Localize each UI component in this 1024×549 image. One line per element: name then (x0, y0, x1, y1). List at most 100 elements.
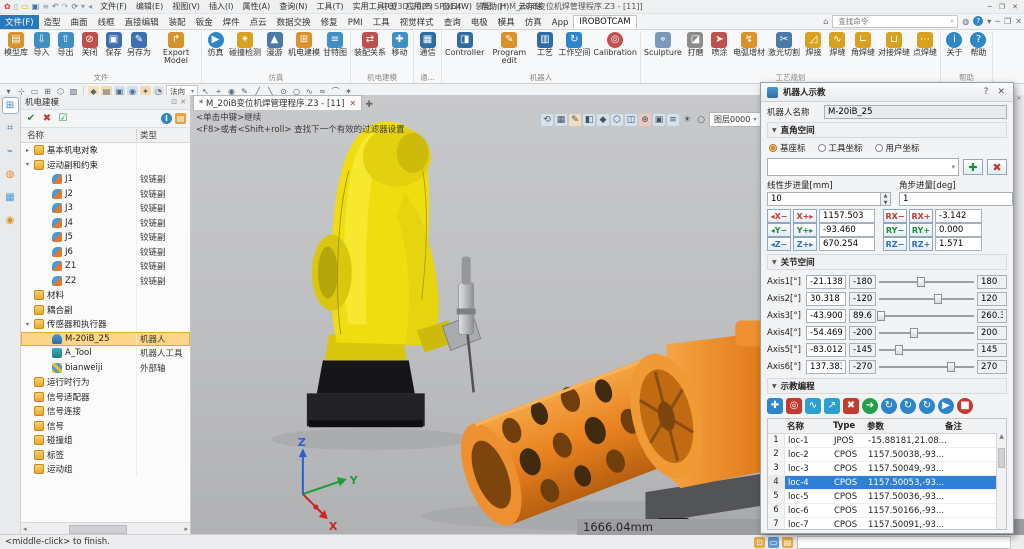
cancel-button[interactable]: ✖ (41, 113, 53, 125)
loop2-icon[interactable]: ↻ (900, 398, 916, 414)
section-cartesian[interactable]: ▼直角空间 (767, 122, 1007, 138)
loop3-icon[interactable]: ↻ (919, 398, 935, 414)
rot-pos-button[interactable]: RZ+ (909, 237, 933, 251)
rot-neg-button[interactable]: RZ− (883, 237, 907, 251)
expand-arrow-icon[interactable]: ▸ (24, 147, 31, 154)
ribbon-tab[interactable]: 文件(F) (0, 15, 39, 29)
tree-row[interactable]: A_Tool 机器人工具 (21, 346, 190, 361)
table-row[interactable]: 5 loc-5 CPOS 1157.50036,-93... (768, 490, 1006, 504)
butt-weld-button[interactable]: ⊔ 对接焊缝 (877, 31, 911, 58)
mini-toolbar-icon[interactable]: ⬡ (611, 114, 623, 126)
tree-row[interactable]: 运行时行为 (21, 375, 190, 390)
section-programming[interactable]: ▼示教编程 (767, 378, 1007, 394)
table-row[interactable]: 3 loc-3 CPOS 1157.50049,-93... (768, 462, 1006, 476)
tree-row[interactable]: 耦合副 (21, 303, 190, 318)
ribbon-tab[interactable]: 查询 (439, 15, 466, 29)
mini-toolbar-icon[interactable]: ⟲ (541, 114, 553, 126)
slider-thumb[interactable] (947, 362, 955, 372)
tree-row[interactable]: Z1 铰链副 (21, 259, 190, 274)
rot-value-field[interactable] (935, 209, 982, 223)
communication-button[interactable]: ▦ 通信 (416, 31, 439, 58)
ribbon-tab[interactable]: 视觉样式 (395, 15, 439, 29)
axis-slider[interactable] (879, 276, 974, 288)
document-tab[interactable]: * M_20iB变位机焊管理程序.Z3 - [11] ✕ (193, 95, 362, 110)
manager-settings[interactable]: ◍ (3, 167, 18, 182)
fillet-weld-button[interactable]: ∟ 角焊缝 (850, 31, 876, 58)
mini-toolbar-icon[interactable]: ◆ (597, 114, 609, 126)
quick-access-icon[interactable]: ≡ (42, 2, 49, 12)
verify-button[interactable]: ☑ (57, 113, 69, 125)
axis-slider[interactable] (879, 293, 974, 305)
menu-item[interactable]: 插入(I) (205, 1, 238, 12)
section-joint[interactable]: ▼关节空间 (767, 254, 1007, 270)
stop-icon[interactable]: ■ (957, 398, 973, 414)
axis-value-input[interactable] (806, 292, 846, 306)
save-button[interactable]: ▣ 保存 (102, 31, 125, 58)
manager-user[interactable]: ◉ (3, 213, 18, 228)
coordinate-radio[interactable]: 基座标 (769, 142, 806, 154)
ribbon-tab[interactable]: 装配 (164, 15, 191, 29)
quick-access-icon[interactable]: ↶ (52, 2, 59, 12)
tree-row[interactable]: M-20iB_25 机器人 (21, 332, 190, 347)
rot-neg-button[interactable]: RY− (883, 223, 907, 237)
tree-row[interactable]: J2 铰链副 (21, 187, 190, 202)
table-row[interactable]: 7 loc-7 CPOS 1157.50091,-93... (768, 518, 1006, 530)
move-button[interactable]: ✚ 移动 (388, 31, 411, 58)
minimize-button[interactable]: ─ (988, 3, 992, 11)
jog-neg-button[interactable]: ◂Y− (767, 223, 791, 237)
axis-value-input[interactable] (806, 343, 846, 357)
menu-item[interactable]: 查询(N) (275, 1, 311, 12)
ribbon-tab[interactable]: App (547, 17, 574, 29)
rot-pos-button[interactable]: RY+ (909, 223, 933, 237)
linear-step-input[interactable] (767, 192, 881, 206)
axis-value-input[interactable] (806, 360, 846, 374)
calibration-button[interactable]: ◎ Calibration (592, 31, 638, 58)
tree-row[interactable]: J4 铰链副 (21, 216, 190, 231)
gantt-button[interactable]: ≡ 甘特图 (322, 31, 348, 58)
menu-item[interactable]: 视图(V) (168, 1, 204, 12)
slider-thumb[interactable] (917, 277, 925, 287)
tree-row[interactable]: Z2 铰链副 (21, 274, 190, 289)
table-row[interactable]: 2 loc-2 CPOS 1157.50038,-93... (768, 448, 1006, 462)
slider-thumb[interactable] (910, 328, 918, 338)
ribbon-tab[interactable]: 曲面 (66, 15, 93, 29)
scroll-right-icon[interactable]: ▸ (184, 525, 188, 533)
tree-row[interactable]: 信号适配器 (21, 390, 190, 405)
stepper-arrows[interactable]: ▲▼ (881, 192, 891, 206)
loop1-icon[interactable]: ↻ (881, 398, 897, 414)
export-button[interactable]: ⇧ 导出 (54, 31, 77, 58)
model-library-button[interactable]: ▤ 模型库 (3, 31, 29, 58)
status-window-icon[interactable]: ▤ (782, 537, 793, 548)
target-icon[interactable]: ◎ (786, 398, 802, 414)
tree-row[interactable]: bianweiji 外部轴 (21, 361, 190, 376)
ribbon-tab[interactable]: 电极 (466, 15, 493, 29)
ribbon-tab[interactable]: 焊件 (218, 15, 245, 29)
ribbon-tab[interactable]: 造型 (39, 15, 66, 29)
ribbon-tab[interactable]: PMI (343, 17, 368, 29)
help-caret-icon[interactable]: ▾ (987, 17, 991, 26)
path-icon[interactable]: ∿ (805, 398, 821, 414)
panel-close-icon[interactable]: ✕ (180, 98, 186, 106)
about-button[interactable]: i 关于 (943, 31, 966, 58)
weld-seam-button[interactable]: ∿ 焊缝 (826, 31, 849, 58)
jog-pos-button[interactable]: Z+▸ (793, 237, 817, 251)
table-scrollbar[interactable]: ▲ (996, 433, 1006, 529)
tree-row[interactable]: ▾ 运动副和约束 (21, 158, 190, 173)
program-edit-button[interactable]: ✎ Program edit (486, 31, 532, 67)
tree-row[interactable]: ▸ 基本机电对象 (21, 143, 190, 158)
status-window-icon[interactable]: ⊡ (754, 537, 765, 548)
walkthrough-button[interactable]: ▲ 漫游 (263, 31, 286, 58)
coordinate-radio[interactable]: 工具坐标 (818, 142, 863, 154)
ribbon-tab[interactable]: 点云 (245, 15, 272, 29)
jog-value-field[interactable] (819, 237, 875, 251)
ribbon-tab[interactable]: 修复 (316, 15, 343, 29)
quick-access-icon[interactable]: ⟳ (71, 2, 78, 12)
scroll-left-icon[interactable]: ◂ (23, 525, 27, 533)
axis-slider[interactable] (879, 361, 974, 373)
axis-value-input[interactable] (806, 326, 846, 340)
delete-icon[interactable]: ✖ (843, 398, 859, 414)
ribbon-tab[interactable]: 钣金 (191, 15, 218, 29)
assembly-relation-button[interactable]: ⇄ 装配关系 (353, 31, 387, 58)
quick-access-icon[interactable]: ▣ (32, 2, 40, 12)
robot-name-field[interactable] (824, 105, 1007, 119)
